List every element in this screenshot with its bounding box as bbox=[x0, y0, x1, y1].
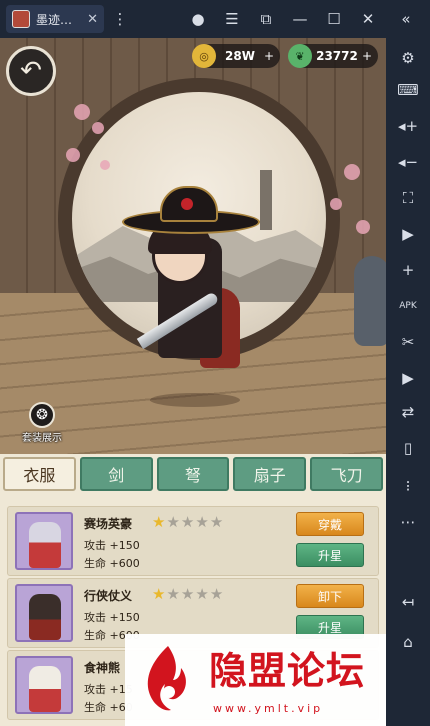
blossom bbox=[100, 160, 110, 170]
blossom bbox=[356, 220, 370, 234]
outfit-figure bbox=[29, 666, 61, 712]
collapse-sidebar-icon[interactable]: « bbox=[396, 9, 416, 29]
game-scene: ↶ ◎ 28W + ❦ 23772 + ❂ 套装展示 bbox=[0, 38, 386, 454]
more-icon[interactable]: ⋯ bbox=[396, 510, 420, 534]
vase bbox=[354, 256, 386, 346]
star-icon: ★ bbox=[152, 513, 166, 531]
keyboard-icon[interactable]: ⌨ bbox=[396, 78, 420, 102]
blossom bbox=[74, 104, 90, 120]
pagoda bbox=[260, 170, 272, 230]
suit-icon: ❂ bbox=[29, 402, 55, 428]
star-icon: ★ bbox=[195, 513, 209, 531]
shake-icon[interactable]: ▯ bbox=[396, 436, 420, 460]
tab-crossbow[interactable]: 弩 bbox=[156, 457, 230, 491]
tab-sword[interactable]: 剑 bbox=[79, 457, 153, 491]
outfit-figure bbox=[29, 594, 61, 640]
volume-down-icon[interactable]: ◂− bbox=[396, 150, 420, 174]
outfit-thumbnail bbox=[15, 512, 73, 570]
watermark-title: 隐盟论坛 bbox=[209, 648, 366, 693]
star-icon: ★ bbox=[195, 585, 209, 603]
apk-icon[interactable]: APK bbox=[396, 294, 420, 318]
record-icon[interactable]: ▶ bbox=[396, 222, 420, 246]
minimize-icon[interactable]: — bbox=[290, 9, 310, 29]
tab-title: 墨迹… bbox=[36, 12, 73, 27]
more-vertical-icon[interactable]: ⋮ bbox=[110, 9, 130, 29]
app-icon bbox=[12, 10, 30, 28]
back-button[interactable]: ↶ bbox=[6, 46, 56, 96]
tab-fan[interactable]: 扇子 bbox=[233, 457, 307, 491]
jade-icon: ❦ bbox=[288, 44, 312, 68]
app-tab[interactable]: 墨迹… ✕ bbox=[6, 5, 104, 33]
watermark: 隐盟论坛 www.ymlt.vip bbox=[125, 634, 386, 726]
star-icon: ★ bbox=[166, 585, 180, 603]
unequip-button[interactable]: 卸下 bbox=[296, 584, 364, 608]
jade-add-button[interactable]: + bbox=[362, 49, 372, 63]
star-icon: ★ bbox=[152, 585, 166, 603]
outfit-thumbnail bbox=[15, 656, 73, 714]
attack-stat: 攻击 +150 bbox=[84, 539, 140, 552]
suit-display-button[interactable]: ❂ 套装展示 bbox=[20, 402, 64, 444]
home-icon[interactable]: ⌂ bbox=[396, 630, 420, 654]
suit-display-label: 套装展示 bbox=[22, 433, 62, 444]
video-icon[interactable]: ▶ bbox=[396, 366, 420, 390]
maximize-icon[interactable]: ☐ bbox=[324, 9, 344, 29]
blossom bbox=[92, 122, 104, 134]
blossom bbox=[330, 198, 342, 210]
coin-value: 28W bbox=[225, 49, 255, 63]
watermark-logo-icon bbox=[147, 646, 186, 711]
outfit-name: 赛场英豪 bbox=[84, 517, 133, 531]
attack-stat: 攻击 +150 bbox=[84, 611, 140, 624]
star-rating: ★ ★ ★ ★ ★ bbox=[152, 585, 223, 603]
tab-clothes[interactable]: 衣服 bbox=[3, 457, 76, 491]
star-icon: ★ bbox=[166, 513, 180, 531]
hero-shadow bbox=[150, 393, 240, 407]
star-icon: ★ bbox=[209, 585, 224, 603]
blossom bbox=[344, 164, 360, 180]
add-app-icon[interactable]: + bbox=[396, 258, 420, 282]
outfit-figure bbox=[29, 522, 61, 568]
outfit-name: 食神熊 bbox=[84, 661, 121, 675]
account-icon[interactable]: ● bbox=[188, 9, 208, 29]
emulator-sidebar: ⚙ ⌨ ◂+ ◂− ⛶ ▶ + APK ✂ ▶ ⇄ ▯ ⁝ ⋯ ↤ ⌂ bbox=[386, 38, 430, 726]
restore-icon[interactable]: ⧉ bbox=[256, 9, 276, 29]
star-rating: ★ ★ ★ ★ ★ bbox=[152, 513, 223, 531]
menu-icon[interactable]: ☰ bbox=[222, 9, 242, 29]
tab-close-icon[interactable]: ✕ bbox=[87, 12, 98, 27]
star-icon: ★ bbox=[180, 585, 195, 603]
outfit-thumbnail bbox=[15, 584, 73, 642]
blossom bbox=[66, 148, 80, 162]
hero-hat-gem bbox=[181, 198, 193, 210]
star-icon: ★ bbox=[180, 513, 195, 531]
outfit-name: 行侠仗义 bbox=[84, 589, 133, 603]
list-item: 赛场英豪 ★ ★ ★ ★ ★ 攻击 +150 生命 +600 穿戴 升星 bbox=[7, 506, 379, 576]
watermark-url: www.ymlt.vip bbox=[213, 702, 324, 715]
coin-add-button[interactable]: + bbox=[264, 49, 274, 63]
macro-icon[interactable]: ⁝ bbox=[396, 474, 420, 498]
hp-stat: 生命 +600 bbox=[84, 557, 140, 570]
jade-value: 23772 bbox=[316, 49, 358, 63]
screenshot-icon[interactable]: ⛶ bbox=[396, 186, 420, 210]
volume-up-icon[interactable]: ◂+ bbox=[396, 114, 420, 138]
sync-icon[interactable]: ⇄ bbox=[396, 400, 420, 424]
scissors-icon[interactable]: ✂ bbox=[396, 330, 420, 354]
coin-icon: ◎ bbox=[192, 44, 216, 68]
equip-button[interactable]: 穿戴 bbox=[296, 512, 364, 536]
jade-counter: ❦ 23772 + bbox=[288, 44, 378, 68]
back-icon[interactable]: ↤ bbox=[396, 590, 420, 614]
coin-counter: ◎ 28W + bbox=[192, 44, 280, 68]
emulator-titlebar: 墨迹… ✕ ⋮ ● ☰ ⧉ — ☐ ✕ « bbox=[0, 0, 430, 38]
gear-icon[interactable]: ⚙ bbox=[396, 46, 420, 70]
category-tabs: 衣服 剑 弩 扇子 飞刀 bbox=[0, 454, 386, 494]
upgrade-star-button[interactable]: 升星 bbox=[296, 543, 364, 567]
tab-throwing-knife[interactable]: 飞刀 bbox=[310, 457, 383, 491]
close-icon[interactable]: ✕ bbox=[358, 9, 378, 29]
star-icon: ★ bbox=[209, 513, 224, 531]
